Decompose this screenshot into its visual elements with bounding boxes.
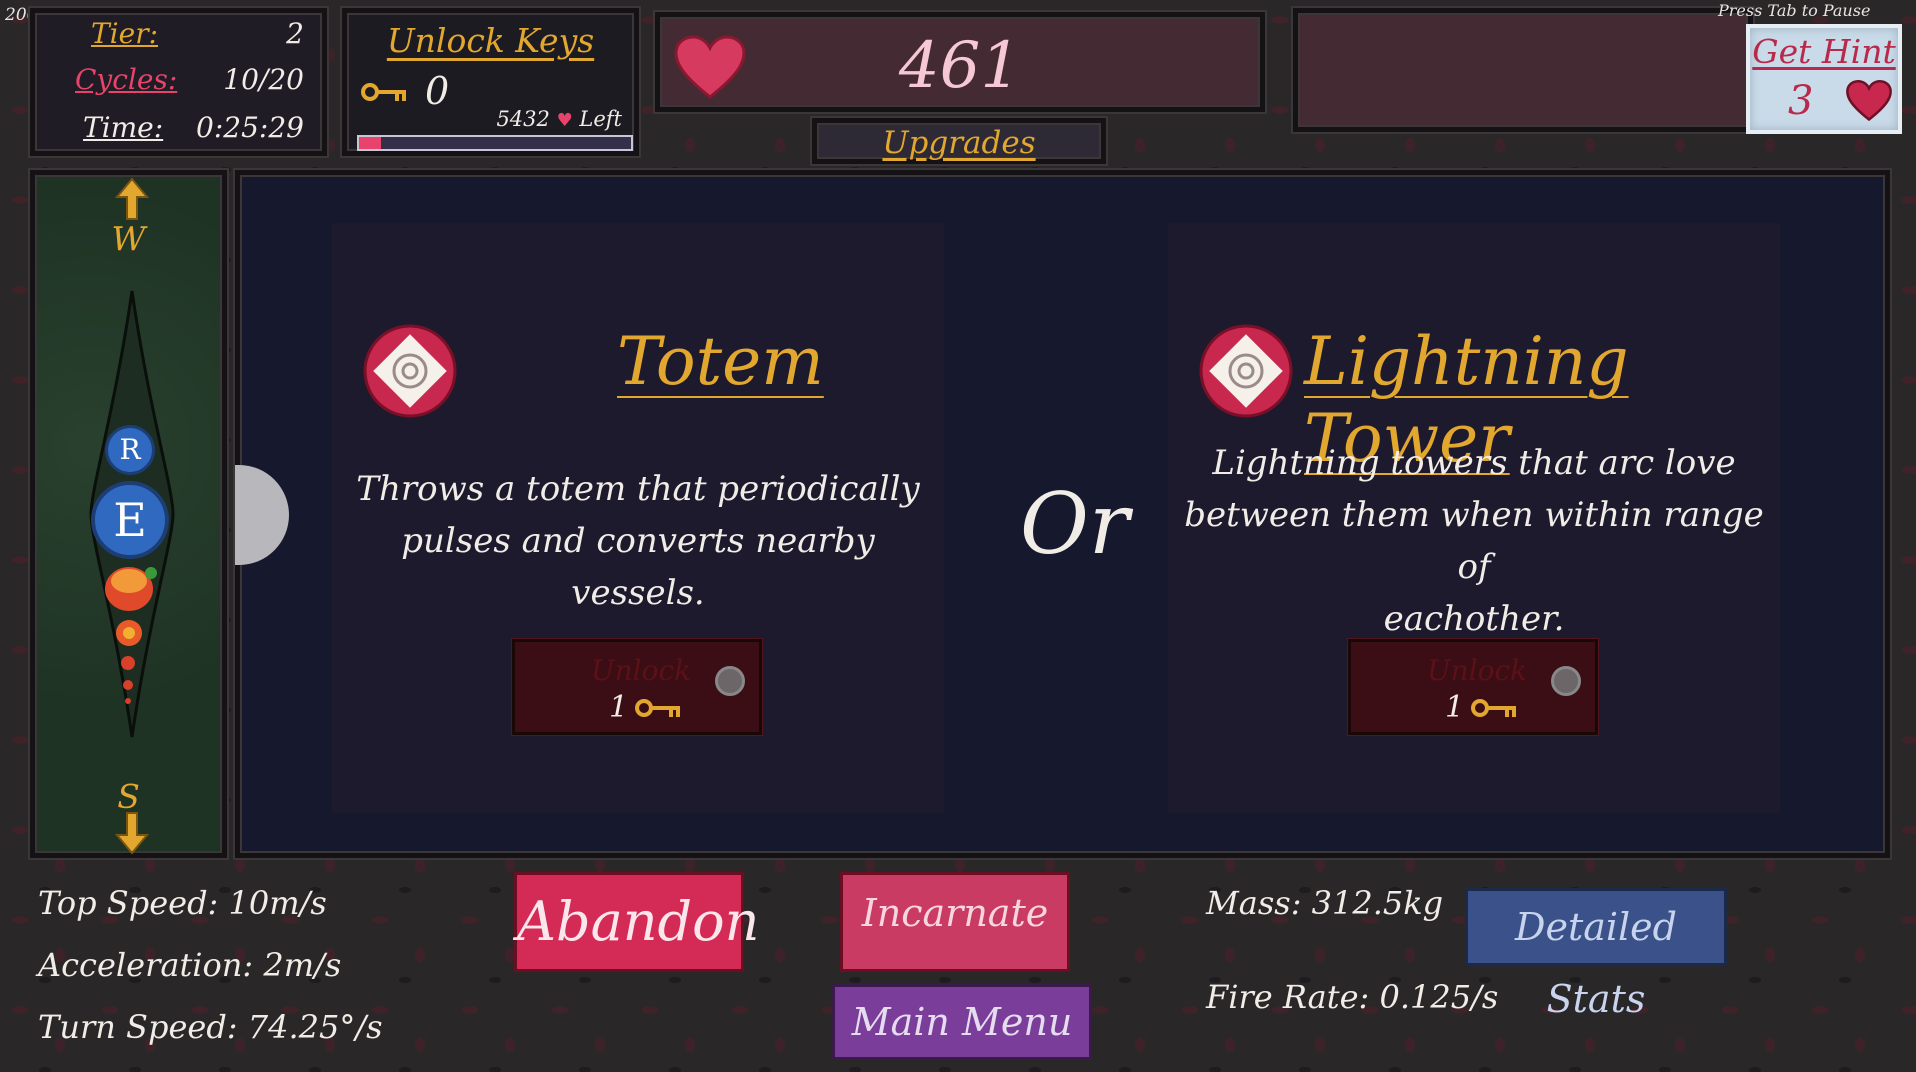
turn-speed-stat: Turn Speed: 74.25°/s [38,1008,383,1046]
description-line: Lightning towers that arc love [1212,443,1736,483]
tier-value: 2 [286,17,304,50]
hearts-left-amount: 5432 [496,107,550,131]
hint-slot-panel [1293,8,1753,132]
abandon-label: Abandon [517,890,760,953]
get-hint-count: 3 [1788,78,1814,124]
key-icon [361,83,406,101]
unlock-keys-title: Unlock Keys [386,21,595,60]
key-progress-bar [357,135,633,151]
unlock-keys-panel: Unlock Keys 0 5432 ♥ Left [342,8,639,156]
detailed-stats-button[interactable]: Detailed Stats [1465,888,1727,1021]
time-value: 0:25:29 [196,111,304,144]
cycles-value: 10/20 [223,63,304,96]
description-line: pulses and converts nearby vessels. [401,521,875,613]
or-separator: Or [1020,475,1130,573]
description-line: eachother. [1383,599,1565,639]
rose-emblem-icon [1199,324,1293,418]
mass-stat: Mass: 312.5kg [1206,884,1444,922]
acceleration-stat: Acceleration: 2m/s [38,946,342,984]
upgrade-choice-area: Totem Throws a totem that periodically p… [235,170,1890,858]
unlock-button-totem[interactable]: Unlock 1 [512,639,762,735]
description-line: Throws a totem that periodically [356,469,920,509]
run-stats-panel: Tier: 2 Cycles: 10/20 Time: 0:25:29 [30,8,327,156]
arrow-down-icon [115,812,149,855]
fire-rate-stat: Fire Rate: 0.125/s [1206,978,1499,1016]
unlock-label: Unlock [591,654,692,687]
upgrade-description-lightning-tower: Lightning towers that arc love between t… [1168,437,1780,645]
ship-icon [105,567,157,704]
main-menu-label: Main Menu [851,1000,1073,1044]
ability-e-button[interactable]: E [91,481,169,559]
hearts-value: 461 [898,29,1022,103]
key-icon [635,699,680,717]
description-line: between them when within range of [1184,495,1764,587]
hearts-left-label: 5432 ♥ Left [496,107,622,131]
unlock-cost: 1 [609,690,629,725]
unlock-cost: 1 [1445,690,1465,725]
side-drawer-handle[interactable] [235,465,289,565]
pause-hint: Press Tab to Pause [1718,1,1871,20]
controller-button-icon [715,666,745,696]
get-hint-label: Get Hint [1752,32,1896,71]
tier-label: Tier: [91,17,159,50]
cycles-label: Cycles: [75,63,178,96]
upgrade-description-totem: Throws a totem that periodically pulses … [332,463,944,619]
arrow-up-icon [115,177,149,220]
unlock-label: Unlock [1427,654,1528,687]
compass-panel: W R E S [30,170,227,858]
compass-top-letter: W [111,219,146,258]
rose-emblem-icon [363,324,457,418]
unlock-button-lightning-tower[interactable]: Unlock 1 [1348,639,1598,735]
key-icon [1471,699,1516,717]
ability-r-button[interactable]: R [105,425,155,475]
hearts-panel: 461 [655,12,1265,112]
upgrade-card-lightning-tower: Lightning Tower Lightning towers that ar… [1168,223,1780,813]
tab-upgrades-label: Upgrades [882,125,1036,161]
ability-e-label: E [113,493,147,547]
upgrade-card-totem: Totem Throws a totem that periodically p… [332,223,944,813]
tab-upgrades[interactable]: Upgrades [812,118,1106,164]
main-menu-button[interactable]: Main Menu [832,984,1092,1060]
abandon-button[interactable]: Abandon [514,872,759,972]
time-label: Time: [83,111,164,144]
heart-icon [1846,80,1892,122]
controller-button-icon [1551,666,1581,696]
heart-icon: ♥ [556,110,573,131]
key-progress-fill [359,137,381,149]
detailed-stats-label: Detailed Stats [1514,905,1677,1021]
top-speed-stat: Top Speed: 10m/s [38,884,327,922]
hearts-left-suffix: Left [579,107,622,131]
incarnate-label: Incarnate [861,891,1049,935]
incarnate-button[interactable]: Incarnate [840,872,1070,972]
unlock-keys-count: 0 [425,69,450,113]
get-hint-button[interactable]: Get Hint 3 [1746,24,1902,134]
upgrade-title-totem: Totem [617,323,824,400]
ability-r-label: R [119,433,141,466]
